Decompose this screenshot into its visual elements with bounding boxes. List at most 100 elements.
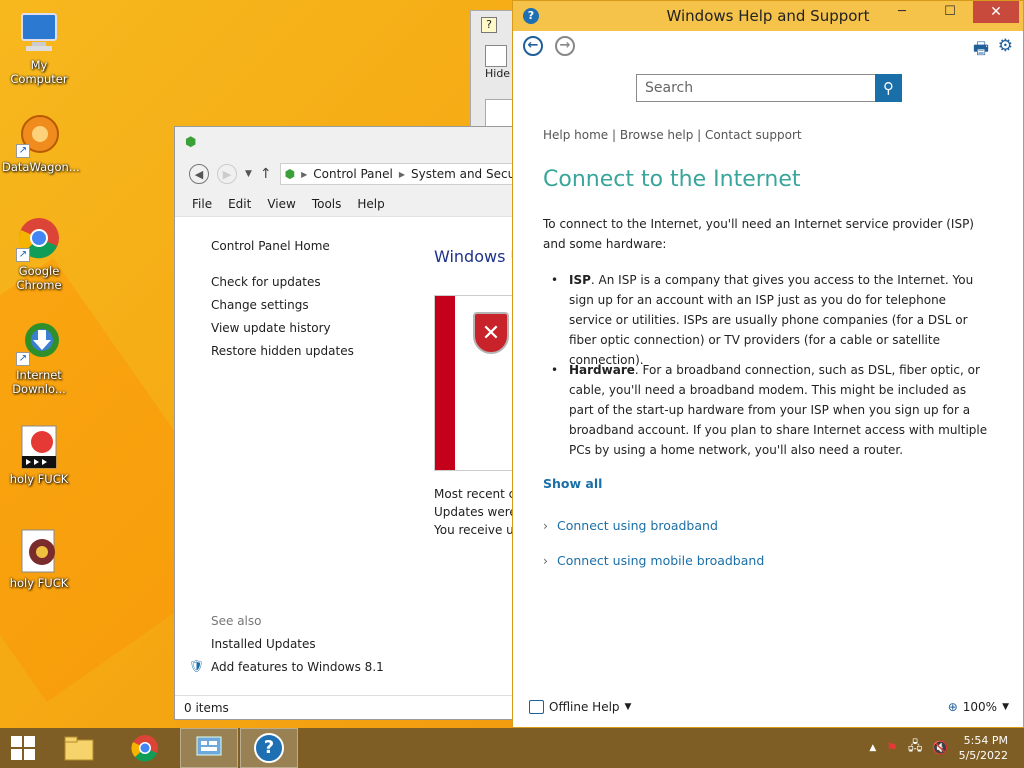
uac-shield-icon: 🛡 <box>189 659 205 673</box>
shortcut-arrow-icon: ↗ <box>16 352 30 366</box>
control-panel-titlebar[interactable]: ⬢ <box>175 127 519 157</box>
network-icon[interactable]: 🖧 <box>908 737 923 759</box>
minimize-button[interactable]: ─ <box>887 1 917 23</box>
taskbar-file-explorer[interactable] <box>50 728 108 768</box>
page-title: Windows U <box>434 247 523 266</box>
help-home-link[interactable]: Help home <box>543 128 608 142</box>
help-icon: ? <box>481 17 497 33</box>
chevron-right-icon: ▶ <box>301 169 308 179</box>
system-tray: ▲ ⚑ 🖧 🔇 5:54 PM 5/5/2022 <box>869 728 1024 768</box>
recent-dropdown-icon[interactable]: ▼ <box>245 169 252 179</box>
desktop-icon-holy-2[interactable]: holy FUCK <box>2 528 76 590</box>
up-arrow-icon[interactable]: ↑ <box>260 166 272 182</box>
datawagon-icon: ↗ <box>16 112 62 158</box>
desktop-icon-holy-1[interactable]: holy FUCK <box>2 424 76 486</box>
view-update-history-link[interactable]: View update history <box>211 321 331 335</box>
expander-mobile-broadband[interactable]: › Connect using mobile broadband <box>543 553 764 568</box>
menu-bar: File Edit View Tools Help <box>175 191 519 217</box>
bullet-isp: ISP. An ISP is a company that gives you … <box>551 270 989 370</box>
menu-edit[interactable]: Edit <box>228 197 251 211</box>
help-forward-button[interactable]: → <box>555 36 575 56</box>
volume-muted-icon[interactable]: 🔇 <box>932 741 948 756</box>
control-panel-window[interactable]: ⬢ ◀ ▶ ▼ ↑ ⬢ ▶ Control Panel ▶ System and… <box>174 126 524 720</box>
desktop-icon-datawagon[interactable]: ↗ DataWagon... <box>2 112 80 174</box>
expander-label: Connect using mobile broadband <box>557 553 765 568</box>
change-settings-link[interactable]: Change settings <box>211 298 309 312</box>
taskbar-control-panel[interactable] <box>180 728 238 768</box>
search-button[interactable]: ⚲ <box>875 74 902 102</box>
clock[interactable]: 5:54 PM 5/5/2022 <box>959 733 1008 763</box>
internet-download-manager-icon: ↗ <box>16 320 62 366</box>
expander-label: Connect using broadband <box>557 518 718 533</box>
help-icon: ? <box>254 733 284 763</box>
hide-button[interactable]: Hide <box>485 67 510 80</box>
breadcrumb-control-panel[interactable]: Control Panel <box>313 167 393 181</box>
status-bar: 0 items <box>175 695 519 719</box>
browse-help-link[interactable]: Browse help <box>620 128 693 142</box>
chrome-icon <box>131 735 158 762</box>
folder-icon <box>64 736 94 761</box>
maximize-button[interactable]: ☐ <box>935 1 965 23</box>
help-window[interactable]: ? Windows Help and Support ─ ☐ ✕ ← → 🖶 ⚙… <box>512 0 1024 728</box>
chevron-down-icon: ▼ <box>624 702 632 712</box>
hide-icon <box>485 45 507 67</box>
print-icon[interactable]: 🖶 <box>973 36 989 65</box>
desktop-icon-my-computer[interactable]: My Computer <box>2 10 76 86</box>
info-updates-installed: Updates were i <box>434 505 524 519</box>
desktop-icon-label: holy FUCK <box>9 576 69 590</box>
menu-help[interactable]: Help <box>357 197 384 211</box>
item-count: 0 items <box>184 701 229 715</box>
menu-tools[interactable]: Tools <box>312 197 342 211</box>
close-button[interactable]: ✕ <box>973 1 1019 23</box>
article-heading: Connect to the Internet <box>543 167 801 192</box>
show-all-link[interactable]: Show all <box>543 476 602 491</box>
start-button[interactable] <box>0 728 46 768</box>
bullet-text: . An ISP is a company that gives you acc… <box>569 273 974 367</box>
gear-icon[interactable]: ⚙ <box>998 36 1013 56</box>
add-features-link[interactable]: Add features to Windows 8.1 <box>211 660 384 674</box>
action-center-flag-icon[interactable]: ⚑ <box>886 741 898 756</box>
desktop-icon-label: Internet Downlo... <box>12 368 66 396</box>
offline-help-menu[interactable]: Offline Help ▼ <box>529 700 631 714</box>
intro-paragraph: To connect to the Internet, you'll need … <box>543 217 974 251</box>
tray-expand-icon[interactable]: ▲ <box>869 743 876 753</box>
control-panel-home-link[interactable]: Control Panel Home <box>211 239 330 253</box>
desktop-icon-label: DataWagon... <box>2 160 80 174</box>
expander-broadband[interactable]: › Connect using broadband <box>543 518 718 533</box>
contact-support-link[interactable]: Contact support <box>705 128 802 142</box>
update-status-banner: ✕ <box>434 295 524 471</box>
video-file-icon <box>16 424 62 470</box>
forward-button[interactable]: ▶ <box>217 164 237 184</box>
menu-view[interactable]: View <box>267 197 295 211</box>
clock-time: 5:54 PM <box>963 734 1008 747</box>
bullet-text: . For a broadband connection, such as DS… <box>569 363 988 457</box>
info-receive-updates: You receive up <box>434 523 522 537</box>
desktop-icon-label: Google Chrome <box>16 264 62 292</box>
chevron-right-icon: › <box>543 518 548 533</box>
media-file-icon <box>16 528 62 574</box>
taskbar: ? ▲ ⚑ 🖧 🔇 5:54 PM 5/5/2022 <box>0 728 1024 768</box>
offline-help-label: Offline Help <box>549 700 620 714</box>
see-also-heading: See also <box>211 614 262 628</box>
check-for-updates-link[interactable]: Check for updates <box>211 275 321 289</box>
breadcrumb[interactable]: ⬢ ▶ Control Panel ▶ System and Secu <box>279 163 519 185</box>
chevron-down-icon: ▼ <box>1002 702 1009 712</box>
desktop-icon-internet-download[interactable]: ↗ Internet Downlo... <box>2 320 76 396</box>
taskbar-chrome[interactable] <box>116 728 174 768</box>
help-back-button[interactable]: ← <box>523 36 543 56</box>
computer-icon <box>16 10 62 56</box>
restore-hidden-updates-link[interactable]: Restore hidden updates <box>211 344 354 358</box>
help-titlebar[interactable]: ? Windows Help and Support ─ ☐ ✕ <box>513 1 1023 31</box>
menu-file[interactable]: File <box>192 197 212 211</box>
desktop-icon-google-chrome[interactable]: ↗ Google Chrome <box>2 216 76 292</box>
address-bar: ◀ ▶ ▼ ↑ ⬢ ▶ Control Panel ▶ System and S… <box>175 157 519 191</box>
chevron-right-icon: › <box>543 553 548 568</box>
search-input[interactable]: Search <box>636 74 876 102</box>
zoom-control[interactable]: ⊕ 100% ▼ <box>948 700 1009 714</box>
installed-updates-link[interactable]: Installed Updates <box>211 637 316 651</box>
breadcrumb-system-security[interactable]: System and Secu <box>411 167 515 181</box>
back-button[interactable]: ◀ <box>189 164 209 184</box>
taskbar-help[interactable]: ? <box>240 728 298 768</box>
clock-date: 5/5/2022 <box>958 749 1008 762</box>
desktop-icon-label: holy FUCK <box>9 472 69 486</box>
